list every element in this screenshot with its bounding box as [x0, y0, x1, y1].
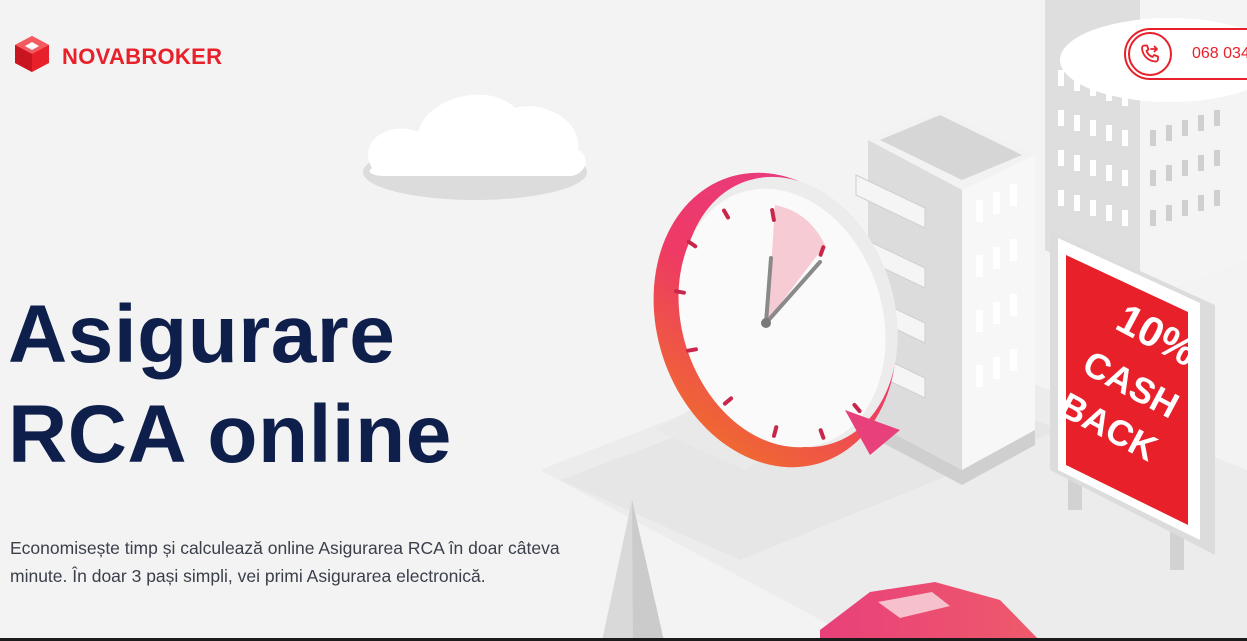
hero-title: Asigurare RCA online	[8, 285, 452, 485]
cube-logo-icon	[12, 34, 52, 79]
hero-description: Economisește timp și calculează online A…	[10, 538, 560, 586]
cloud-shape	[363, 94, 587, 200]
hero-title-line-1: Asigurare	[8, 289, 396, 380]
site-header: NOVABROKER 068 034	[0, 0, 1247, 110]
phone-contact-button[interactable]: 068 034	[1124, 28, 1247, 80]
brand-name: NOVABROKER	[62, 43, 223, 69]
phone-number: 068 034	[1192, 45, 1247, 62]
brand-logo-link[interactable]: NOVABROKER	[12, 34, 222, 79]
hero-title-line-2: RCA online	[8, 389, 452, 480]
phone-forward-icon	[1128, 32, 1172, 76]
